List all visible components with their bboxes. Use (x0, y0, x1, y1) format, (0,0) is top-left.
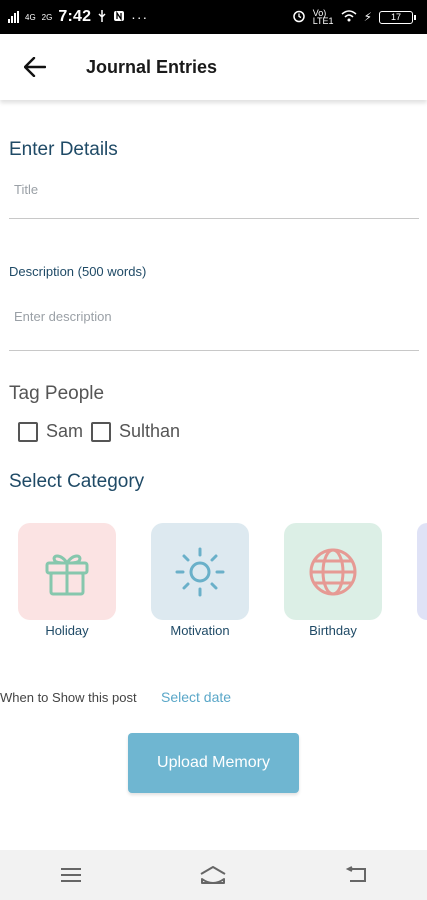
details-heading: Enter Details (9, 139, 118, 160)
category-label-motivation: Motivation (170, 623, 230, 638)
tag-person-sam[interactable]: Sam (18, 421, 83, 442)
menu-icon (61, 868, 82, 882)
back-nav-icon (345, 866, 366, 882)
page-title: Journal Entries (86, 56, 218, 77)
category-card-holiday[interactable] (18, 523, 116, 620)
battery-icon: 17 (379, 10, 416, 24)
category-label-birthday: Birthday (309, 623, 357, 638)
when-to-show-label: When to Show this post (0, 690, 137, 705)
category-card-partial[interactable] (417, 523, 427, 620)
title-input[interactable]: Title (14, 182, 38, 197)
status-bar: 4G 2G 7:42 ··· Vo) LTE1 ⚡ 17 (0, 0, 427, 34)
category-heading: Select Category (9, 471, 145, 492)
tag-person-sulthan[interactable]: Sulthan (91, 421, 180, 442)
back-button[interactable] (0, 34, 70, 100)
home-icon (200, 866, 226, 884)
select-date-link[interactable]: Select date (161, 689, 231, 705)
notification-icon (113, 10, 125, 25)
app-bar: Journal Entries (0, 34, 427, 100)
usb-icon (97, 9, 107, 25)
alarm-icon (292, 9, 306, 25)
sun-icon (175, 547, 225, 596)
home-button[interactable] (183, 850, 243, 900)
network-type-left: 4G (25, 12, 36, 22)
tag-people-heading: Tag People (9, 383, 105, 404)
tag-person-label: Sam (46, 421, 84, 441)
checkbox[interactable] (18, 421, 38, 442)
globe-icon (309, 548, 357, 595)
checkbox[interactable] (91, 421, 112, 442)
category-label-holiday: Holiday (45, 623, 89, 638)
upload-memory-button[interactable]: Upload Memory (128, 733, 299, 793)
description-label: Description (500 words) (9, 264, 147, 279)
tag-person-label: Sulthan (119, 421, 181, 441)
arrow-left-icon (24, 57, 46, 77)
category-card-birthday[interactable] (284, 523, 382, 620)
title-input-underline (9, 218, 419, 219)
signal-icon (8, 11, 19, 23)
charging-icon: ⚡ (363, 10, 372, 24)
description-input[interactable]: Enter description (14, 309, 112, 324)
tag-people-list: Sam Sulthan (18, 421, 180, 442)
system-nav-bar (0, 850, 427, 900)
description-input-underline (9, 350, 419, 351)
gift-icon (45, 554, 89, 595)
clock: 7:42 (58, 8, 92, 25)
network-type-right: 2G (41, 12, 53, 22)
menu-button[interactable] (41, 850, 101, 900)
more-notifications-icon: ··· (131, 9, 149, 25)
volte-indicator: Vo) LTE1 (312, 8, 334, 26)
wifi-icon (341, 10, 357, 24)
category-card-motivation[interactable] (151, 523, 249, 620)
back-nav-button[interactable] (326, 850, 386, 900)
